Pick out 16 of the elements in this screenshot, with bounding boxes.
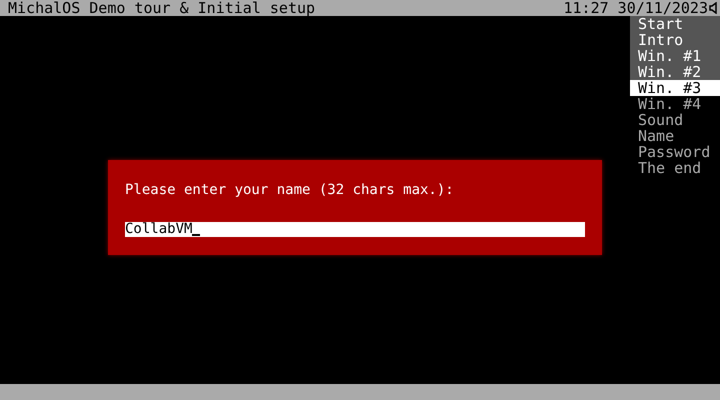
step-item[interactable]: The end xyxy=(630,160,720,176)
name-prompt: Please enter your name (32 chars max.): xyxy=(125,182,455,198)
text-cursor xyxy=(192,234,200,236)
name-field[interactable]: CollabVM xyxy=(125,222,585,237)
step-item[interactable]: Start xyxy=(630,16,720,32)
step-item[interactable]: Win. #2 xyxy=(630,64,720,80)
step-item[interactable]: Intro xyxy=(630,32,720,48)
speaker-icon xyxy=(709,2,718,14)
clock: 11:27 30/11/2023 xyxy=(564,0,708,16)
step-item[interactable]: Win. #3 xyxy=(630,80,720,96)
step-item[interactable]: Name xyxy=(630,128,720,144)
step-item[interactable]: Win. #1 xyxy=(630,48,720,64)
app-title: MichalOS Demo tour & Initial setup xyxy=(8,0,316,16)
step-item[interactable]: Sound xyxy=(630,112,720,128)
step-item[interactable]: Win. #4 xyxy=(630,96,720,112)
step-item[interactable]: Password xyxy=(630,144,720,160)
